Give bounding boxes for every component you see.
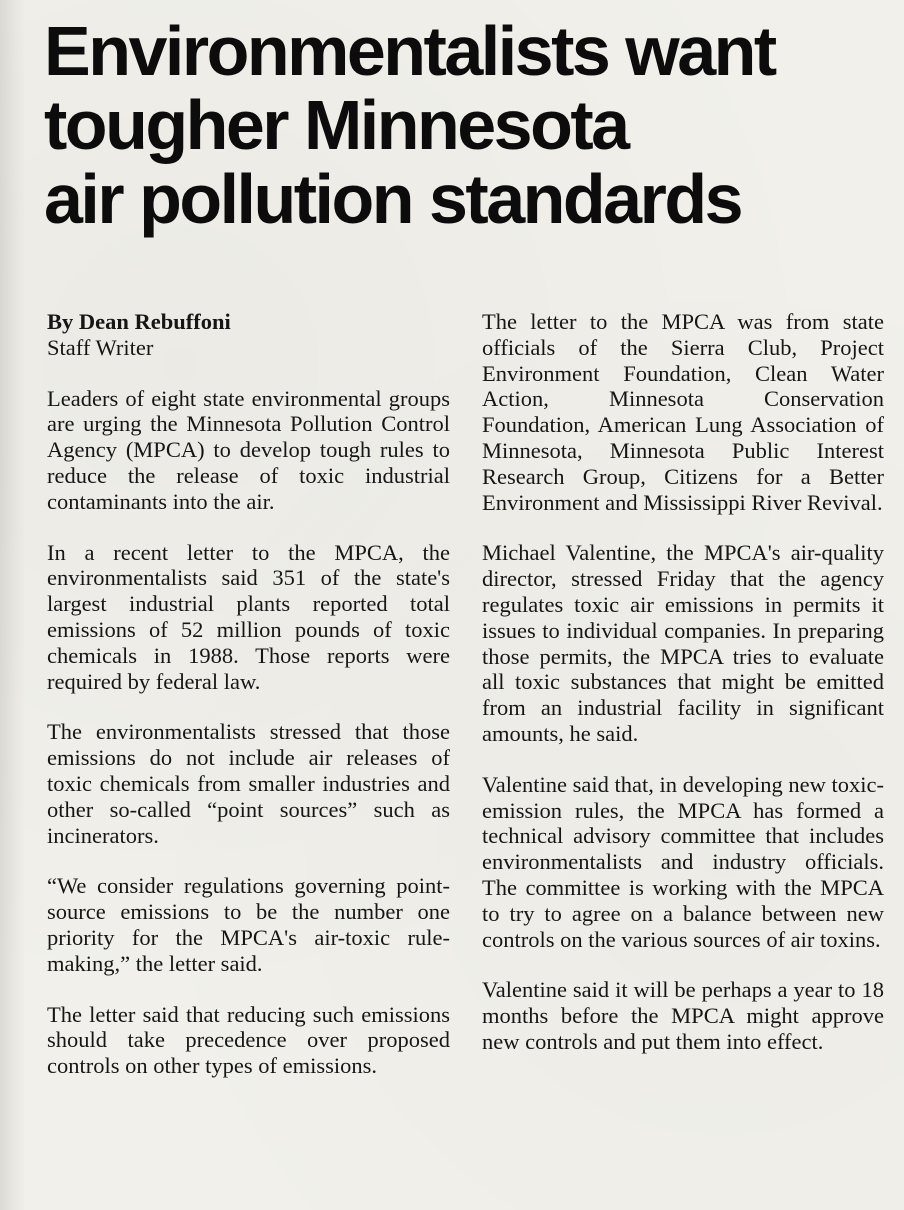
paragraph: The letter said that reducing such emiss… bbox=[47, 1001, 450, 1079]
headline-line-2: tougher Minnesota bbox=[44, 86, 630, 164]
paragraph: Michael Valentine, the MPCA's air-qualit… bbox=[482, 540, 884, 746]
byline-author: By Dean Rebuffoni bbox=[47, 309, 231, 334]
scan-edge-shadow bbox=[0, 0, 26, 1210]
paragraph: Valentine said that, in developing new t… bbox=[482, 771, 884, 952]
paragraph: “We consider regulations governing point… bbox=[47, 873, 450, 976]
paragraph: Valentine said it will be perhaps a year… bbox=[482, 977, 884, 1054]
article-column-left: By Dean Rebuffoni Staff Writer Leaders o… bbox=[47, 309, 450, 1104]
byline-role: Staff Writer bbox=[47, 334, 154, 360]
paragraph: The letter to the MPCA was from state of… bbox=[482, 309, 884, 515]
paragraph: Leaders of eight state environmental gro… bbox=[47, 385, 450, 514]
paragraph: The environmentalists stressed that thos… bbox=[47, 719, 450, 848]
article-column-right: The letter to the MPCA was from state of… bbox=[482, 309, 884, 1080]
newspaper-clipping: Environmentalists want tougher Minnesota… bbox=[0, 0, 904, 1210]
paragraph: In a recent letter to the MPCA, the envi… bbox=[47, 539, 450, 694]
headline: Environmentalists want tougher Minnesota… bbox=[44, 14, 874, 236]
headline-line-1: Environmentalists want bbox=[44, 12, 777, 90]
headline-line-3: air pollution standards bbox=[44, 160, 744, 238]
